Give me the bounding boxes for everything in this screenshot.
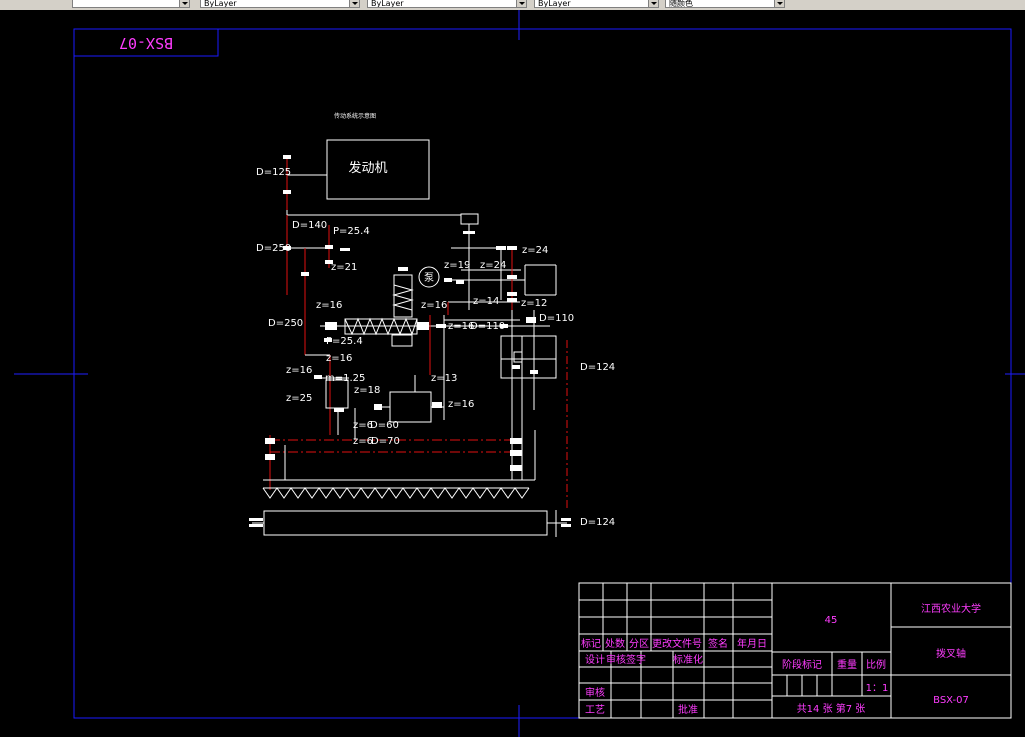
crosshair [14,10,1025,737]
color-combo-value: ByLayer [204,0,237,8]
weight-label: 重量 [837,658,857,671]
design-label: 设计 [585,653,605,666]
label-d140: D=140 [292,220,327,231]
layer-combo[interactable] [72,0,190,8]
school-name: 江西农业大学 [921,602,981,615]
label-z13: z=13 [431,373,457,384]
standard-label: 标准化 [673,653,703,666]
label-z25: z=25 [286,393,312,404]
label-p254-mid: P=25.4 [326,336,363,347]
drawing-code: BSX-07 [933,695,969,706]
label-z14: z=14 [473,296,499,307]
bearing-marks [249,155,571,527]
sheet-info: 共14 张 第7 张 [797,702,866,715]
color-dropdown-icon[interactable] [349,0,359,7]
process-label: 工艺 [585,704,605,716]
mirrored-code: BSX-07 [119,34,173,52]
schematic-title: 传动系统示意图 [334,112,376,120]
gearbox-box [389,391,432,423]
label-z16-e: z=16 [286,365,312,376]
label-z18: z=18 [354,385,380,396]
linetype-combo-value: ByLayer [371,0,404,8]
label-d250-mid: D=250 [268,318,303,329]
plotstyle-combo[interactable]: 随颜色 [665,0,785,8]
label-z12: z=12 [521,298,547,309]
design-sig-label: 审核签字 [606,653,646,666]
linetype-combo[interactable]: ByLayer [367,0,527,8]
label-z16-a: z=16 [316,300,342,311]
label-z24a: z=24 [522,245,548,256]
stage-label: 阶段标记 [782,658,822,671]
rev-header-1: 处数 [605,637,625,650]
label-d124-a: D=124 [580,362,615,373]
label-d124-b: D=124 [580,517,615,528]
label-z21: z=21 [331,262,357,273]
label-z16-d: z=16 [326,353,352,364]
engine-label: 发动机 [348,160,387,176]
plotstyle-combo-value: 随颜色 [669,0,693,8]
label-d70: D=70 [371,436,400,447]
outer-frame [73,28,1012,719]
rev-header-2: 分区 [629,638,649,650]
label-d250-top: D=250 [256,243,291,254]
label-d110-b: D=110 [539,313,574,324]
rev-header-0: 标记 [581,638,601,650]
plotstyle-dropdown-icon[interactable] [774,0,784,7]
rev-header-5: 年月日 [737,637,767,650]
label-d110-a: D=110 [470,321,505,332]
lineweight-dropdown-icon[interactable] [648,0,658,7]
bottom-shaft [263,510,548,536]
label-z6-b: z=6 [353,436,373,447]
approve-label: 批准 [678,703,698,716]
scale-value: 1：1 [866,683,889,694]
label-z16-b: z=16 [421,300,447,311]
rev-header-4: 签名 [708,637,728,650]
label-z19: z=19 [444,260,470,271]
rev-header-3: 更改文件号 [652,637,702,650]
pump-label: 泵 [424,272,434,284]
label-p254-top: P=25.4 [333,226,370,237]
model-space-canvas[interactable]: BSX-07 传动系统示意图 发动机 泵 D=125 D=140 P=25.4 … [0,10,1025,737]
cad-drawing: BSX-07 传动系统示意图 发动机 泵 D=125 D=140 P=25.4 … [14,10,1025,737]
review-label: 审核 [585,686,605,699]
part-name: 拨叉轴 [936,647,966,660]
label-d125: D=125 [256,167,291,178]
lineweight-combo-value: ByLayer [538,0,571,8]
scale-label: 比例 [866,658,886,671]
label-z24b: z=24 [480,260,506,271]
lineweight-combo[interactable]: ByLayer [534,0,659,8]
linetype-dropdown-icon[interactable] [516,0,526,7]
color-combo[interactable]: ByLayer [200,0,360,8]
label-m125: m=1.25 [325,373,365,384]
label-d60: D=60 [370,420,399,431]
dimension-labels: D=125 D=140 P=25.4 D=250 z=21 z=19 z=24 … [256,167,615,528]
label-z16-f: z=16 [448,399,474,410]
material: 45 [825,615,838,626]
layer-dropdown-icon[interactable] [179,0,189,7]
